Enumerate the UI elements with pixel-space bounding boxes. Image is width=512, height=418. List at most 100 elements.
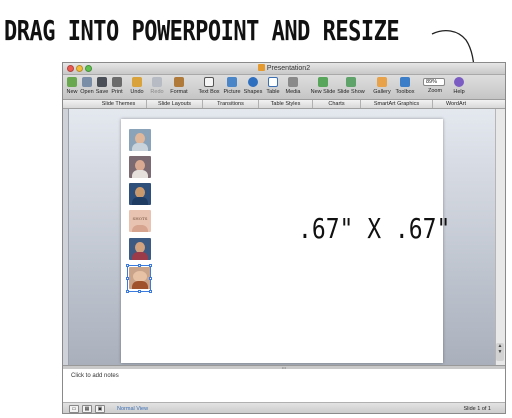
zoom-field[interactable]: 89% — [423, 78, 445, 86]
photo-background — [132, 252, 148, 260]
help-icon — [454, 77, 464, 87]
size-annotation-text: .67" X .67" — [298, 214, 451, 246]
slide-show-label: Slide Show — [337, 89, 365, 95]
vertical-scrollbar[interactable]: ▲ ▼ — [495, 109, 505, 365]
picture-button[interactable]: Picture — [222, 77, 242, 95]
shapes-button[interactable]: Shapes — [243, 77, 263, 95]
print-label: Print — [111, 89, 123, 95]
annotation-caption: DRAG INTO POWERPOINT AND RESIZE — [4, 16, 400, 48]
shapes-icon — [248, 77, 258, 87]
notes-placeholder[interactable]: Click to add notes — [71, 373, 119, 379]
photo-caption-text: SHOTS — [132, 216, 148, 221]
text-box-label: Text Box — [198, 89, 220, 95]
photo-background — [132, 197, 148, 205]
photo-thumbnail-5[interactable] — [129, 238, 151, 260]
toolbox-button[interactable]: Toolbox — [394, 77, 416, 95]
photo-thumbnail-1[interactable] — [129, 129, 151, 151]
open-label: Open — [80, 89, 94, 95]
slide-counter: Slide 1 of 1 — [463, 406, 491, 412]
new-button[interactable]: New — [65, 77, 79, 95]
format-button[interactable]: Format — [169, 77, 189, 95]
print-icon — [112, 77, 122, 87]
standard-toolbar: New Open Save Print Undo Redo Format Tex… — [63, 75, 505, 100]
text-box-icon — [204, 77, 214, 87]
save-label: Save — [95, 89, 109, 95]
save-button[interactable]: Save — [95, 77, 109, 95]
resize-handle[interactable] — [138, 264, 141, 267]
undo-icon — [132, 77, 142, 87]
tab-transitions[interactable]: Transitions — [203, 100, 259, 108]
tab-charts[interactable]: Charts — [313, 100, 361, 108]
slide-sorter-button[interactable]: ▦ — [82, 405, 92, 413]
help-button[interactable]: Help — [451, 77, 467, 95]
media-icon — [288, 77, 298, 87]
redo-icon — [152, 77, 162, 87]
ribbon-tabs: Slide Themes Slide Layouts Transitions T… — [63, 100, 505, 109]
status-bar: ▭ ▦ ▣ Normal View Slide 1 of 1 — [63, 403, 505, 413]
normal-view-button[interactable]: ▭ — [69, 405, 79, 413]
window-title-text: Presentation2 — [266, 65, 311, 72]
table-button[interactable]: Table — [264, 77, 282, 95]
photo-thumbnail-2[interactable] — [129, 156, 151, 178]
photo-thumbnail-3[interactable] — [129, 183, 151, 205]
print-button[interactable]: Print — [110, 77, 124, 95]
slide-show-view-button[interactable]: ▣ — [95, 405, 105, 413]
redo-button[interactable]: Redo — [148, 77, 166, 95]
resize-handle[interactable] — [149, 264, 152, 267]
title-bar[interactable]: Presentation2 — [63, 63, 505, 75]
save-icon — [97, 77, 107, 87]
picture-label: Picture — [223, 89, 241, 95]
media-label: Media — [285, 89, 301, 95]
toolbox-label: Toolbox — [395, 89, 415, 95]
slide-canvas[interactable]: SHOTS .67" X .67" — [121, 119, 450, 363]
table-icon — [268, 77, 278, 87]
slide-editing-area: SHOTS .67" X .67" ▲ ▼ — [63, 109, 505, 365]
new-slide-label: New Slide — [310, 89, 336, 95]
picture-icon — [227, 77, 237, 87]
zoom-label: Zoom — [427, 88, 443, 94]
resize-handle[interactable] — [126, 264, 129, 267]
help-label: Help — [453, 89, 465, 95]
media-button[interactable]: Media — [283, 77, 303, 95]
photo-thumbnail-4[interactable]: SHOTS — [129, 210, 151, 232]
gallery-icon — [377, 77, 387, 87]
open-button[interactable]: Open — [80, 77, 94, 95]
tab-table-styles[interactable]: Table Styles — [259, 100, 313, 108]
window-title: Presentation2 — [63, 64, 505, 72]
resize-handle[interactable] — [138, 290, 141, 293]
undo-label: Undo — [130, 89, 144, 95]
slide-show-button[interactable]: Slide Show — [337, 77, 365, 95]
scroll-arrows-icon[interactable]: ▲ ▼ — [496, 343, 504, 361]
resize-handle[interactable] — [149, 290, 152, 293]
tab-wordart[interactable]: WordArt — [433, 100, 479, 108]
view-label: Normal View — [117, 406, 149, 412]
slides-pane-collapsed[interactable] — [63, 109, 69, 365]
shapes-label: Shapes — [243, 89, 263, 95]
undo-button[interactable]: Undo — [128, 77, 146, 95]
new-slide-button[interactable]: New Slide — [310, 77, 336, 95]
gallery-label: Gallery — [373, 89, 391, 95]
selection-frame[interactable] — [126, 264, 152, 293]
redo-label: Redo — [150, 89, 164, 95]
format-label: Format — [170, 89, 188, 95]
powerpoint-window: Presentation2 New Open Save Print Undo R… — [62, 62, 506, 414]
slide-show-icon — [346, 77, 356, 87]
resize-handle[interactable] — [126, 277, 129, 280]
photo-background — [132, 143, 148, 151]
photo-background — [132, 170, 148, 178]
zoom-control: Zoom — [423, 88, 447, 94]
new-label: New — [66, 89, 78, 95]
tab-slide-layouts[interactable]: Slide Layouts — [147, 100, 203, 108]
resize-handle[interactable] — [149, 277, 152, 280]
gallery-button[interactable]: Gallery — [372, 77, 392, 95]
toolbox-icon — [400, 77, 410, 87]
notes-pane[interactable]: Click to add notes — [63, 369, 505, 403]
photo-background — [132, 225, 148, 232]
new-icon — [67, 77, 77, 87]
tab-slide-themes[interactable]: Slide Themes — [91, 100, 147, 108]
resize-handle[interactable] — [126, 290, 129, 293]
presentation-document-icon — [257, 64, 265, 71]
table-label: Table — [266, 89, 280, 95]
tab-smartart-graphics[interactable]: SmartArt Graphics — [361, 100, 433, 108]
text-box-button[interactable]: Text Box — [197, 77, 221, 95]
